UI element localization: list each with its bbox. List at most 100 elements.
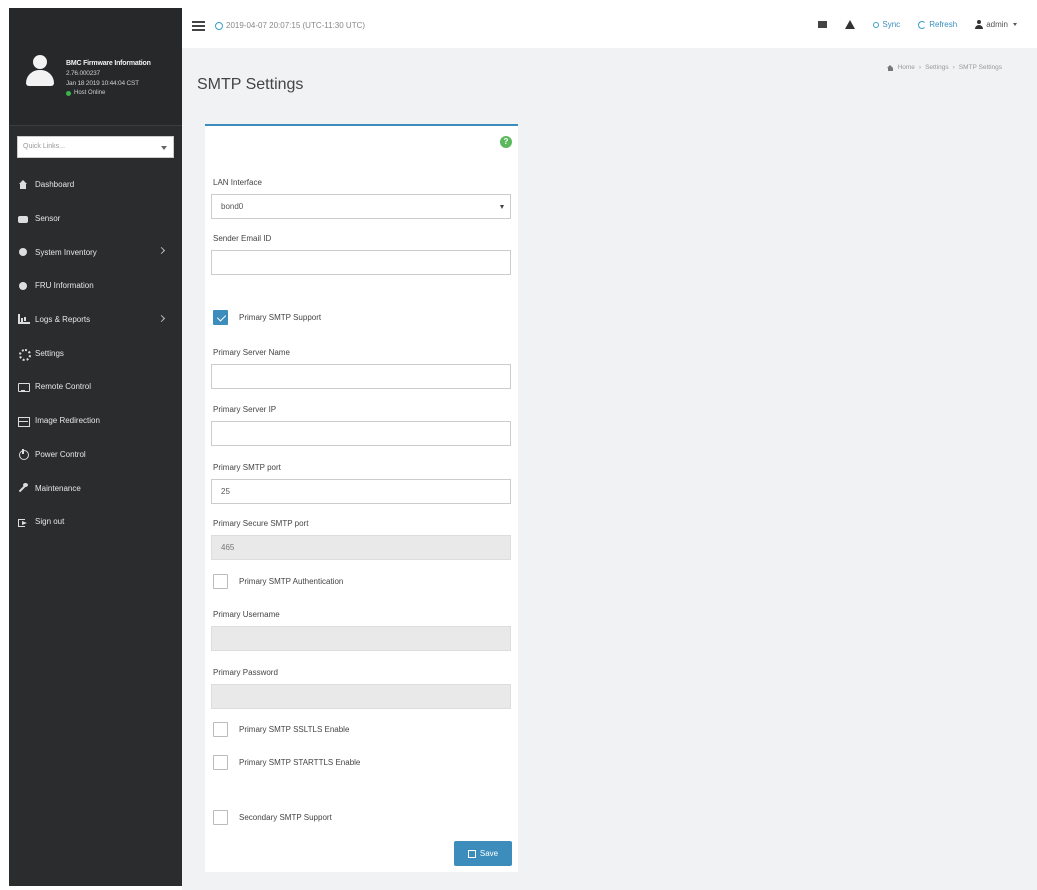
- user-menu[interactable]: admin: [975, 20, 1017, 29]
- refresh-icon: [918, 20, 927, 29]
- sidebar-item-image-redirection[interactable]: Image Redirection: [9, 404, 182, 438]
- sidebar-item-label: Remote Control: [35, 382, 92, 392]
- chevron-down-icon: [500, 205, 504, 209]
- datetime-display: 2019-04-07 20:07:15 (UTC-11:30 UTC): [215, 21, 365, 30]
- wrench-icon: [18, 483, 28, 493]
- breadcrumb-separator: ›: [918, 64, 922, 71]
- firmware-version: 2.76.000237: [66, 70, 100, 77]
- sidebar-item-settings[interactable]: Settings: [9, 336, 182, 370]
- sidebar-item-label: Image Redirection: [35, 416, 100, 426]
- help-icon[interactable]: ?: [500, 136, 512, 148]
- sidebar: BMC Firmware Information 2.76.000237 Jan…: [9, 8, 182, 886]
- sidebar-item-maintenance[interactable]: Maintenance: [9, 471, 182, 505]
- info-icon: [18, 247, 28, 257]
- primary-smtp-auth-checkbox[interactable]: [213, 574, 228, 589]
- chevron-right-icon: [157, 314, 166, 322]
- breadcrumb: Home › Settings › SMTP Settings: [886, 64, 1002, 71]
- breadcrumb-home[interactable]: Home: [898, 64, 915, 71]
- primary-smtp-auth-label: Primary SMTP Authentication: [239, 577, 344, 586]
- sidebar-item-system-inventory[interactable]: System Inventory: [9, 235, 182, 269]
- save-label: Save: [479, 849, 499, 858]
- messages-button[interactable]: [818, 21, 828, 28]
- primary-username-label: Primary Username: [213, 610, 280, 619]
- sidebar-item-sensor[interactable]: Sensor: [9, 202, 182, 236]
- sidebar-item-logs-reports[interactable]: Logs & Reports: [9, 303, 182, 337]
- secondary-smtp-support-checkbox[interactable]: [213, 810, 228, 825]
- primary-ssltls-checkbox[interactable]: [213, 722, 228, 737]
- quick-links-placeholder: Quick Links...: [23, 143, 66, 150]
- disk-icon: [18, 416, 30, 427]
- primary-server-ip-label: Primary Server IP: [213, 405, 277, 414]
- primary-smtp-port-label: Primary SMTP port: [213, 463, 281, 472]
- sidebar-item-dashboard[interactable]: Dashboard: [9, 168, 182, 202]
- breadcrumb-current: SMTP Settings: [958, 64, 1002, 71]
- sync-icon: [873, 21, 880, 28]
- datetime-text: 2019-04-07 20:07:15 (UTC-11:30 UTC): [226, 21, 366, 30]
- sidebar-item-power-control[interactable]: Power Control: [9, 438, 182, 472]
- sidebar-item-label: System Inventory: [35, 247, 97, 257]
- primary-ssltls-row[interactable]: Primary SMTP SSLTLS Enable: [213, 722, 349, 737]
- sidebar-item-remote-control[interactable]: Remote Control: [9, 370, 182, 404]
- primary-smtp-auth-row[interactable]: Primary SMTP Authentication: [213, 574, 343, 589]
- primary-server-name-label: Primary Server Name: [213, 348, 290, 357]
- power-icon: [18, 449, 29, 461]
- primary-smtp-support-checkbox[interactable]: [213, 310, 228, 325]
- firmware-title: BMC Firmware Information: [66, 60, 151, 67]
- breadcrumb-separator: ›: [952, 64, 955, 71]
- host-status-label: Host Online: [74, 90, 106, 96]
- secondary-smtp-support-row[interactable]: Secondary SMTP Support: [213, 810, 332, 825]
- refresh-label: Refresh: [929, 20, 958, 29]
- lan-interface-value: bond0: [221, 202, 244, 211]
- primary-server-ip-input[interactable]: [211, 421, 511, 446]
- primary-server-name-input[interactable]: [211, 364, 511, 389]
- primary-smtp-support-label: Primary SMTP Support: [239, 313, 322, 322]
- warning-icon: [845, 20, 856, 29]
- host-status: Host Online: [66, 90, 182, 96]
- sync-label: Sync: [882, 20, 901, 29]
- primary-password-input[interactable]: [211, 684, 511, 709]
- quick-links-select[interactable]: Quick Links...: [17, 136, 174, 158]
- sidebar-item-label: Power Control: [35, 449, 86, 459]
- status-dot-icon: [66, 90, 71, 96]
- sensor-icon: [18, 214, 28, 224]
- primary-secure-smtp-port-input[interactable]: 465: [211, 535, 511, 560]
- chevron-down-icon: [1013, 23, 1017, 26]
- avatar: [26, 55, 54, 87]
- sender-email-input[interactable]: [211, 250, 511, 275]
- chevron-down-icon: [161, 146, 167, 150]
- lan-interface-label: LAN Interface: [213, 178, 262, 187]
- sidebar-nav: Dashboard Sensor System Inventory FRU In…: [9, 168, 182, 539]
- envelope-icon: [818, 21, 828, 28]
- user-icon: [975, 20, 984, 29]
- chart-icon: [18, 313, 30, 325]
- sidebar-item-label: Sensor: [35, 214, 61, 224]
- sync-button[interactable]: Sync: [873, 20, 900, 29]
- breadcrumb-settings[interactable]: Settings: [925, 64, 949, 71]
- clock-icon: [215, 21, 223, 30]
- save-icon: [467, 849, 476, 858]
- hamburger-menu-icon[interactable]: [192, 21, 205, 31]
- save-button[interactable]: Save: [454, 841, 512, 866]
- info-icon: [18, 281, 28, 291]
- primary-starttls-row[interactable]: Primary SMTP STARTTLS Enable: [213, 755, 360, 770]
- alerts-button[interactable]: [845, 20, 856, 29]
- home-icon: [886, 64, 894, 71]
- primary-smtp-support-row[interactable]: Primary SMTP Support: [213, 310, 321, 325]
- sidebar-item-label: Sign out: [35, 517, 65, 527]
- firmware-date: Jan 18 2019 10:44:04 CST: [66, 80, 139, 87]
- lan-interface-select[interactable]: bond0: [211, 194, 511, 219]
- primary-ssltls-label: Primary SMTP SSLTLS Enable: [239, 725, 350, 734]
- sidebar-item-sign-out[interactable]: Sign out: [9, 505, 182, 539]
- primary-password-label: Primary Password: [213, 668, 278, 677]
- secondary-smtp-support-label: Secondary SMTP Support: [239, 813, 332, 822]
- sidebar-item-label: Dashboard: [35, 180, 75, 190]
- monitor-icon: [18, 382, 30, 392]
- primary-username-input[interactable]: [211, 626, 511, 651]
- sidebar-item-label: Settings: [35, 348, 64, 358]
- sidebar-item-label: Maintenance: [35, 483, 81, 493]
- sidebar-item-fru-information[interactable]: FRU Information: [9, 269, 182, 303]
- refresh-button[interactable]: Refresh: [918, 20, 957, 29]
- primary-smtp-port-input[interactable]: 25: [211, 479, 511, 504]
- sender-email-label: Sender Email ID: [213, 234, 272, 243]
- primary-starttls-checkbox[interactable]: [213, 755, 228, 770]
